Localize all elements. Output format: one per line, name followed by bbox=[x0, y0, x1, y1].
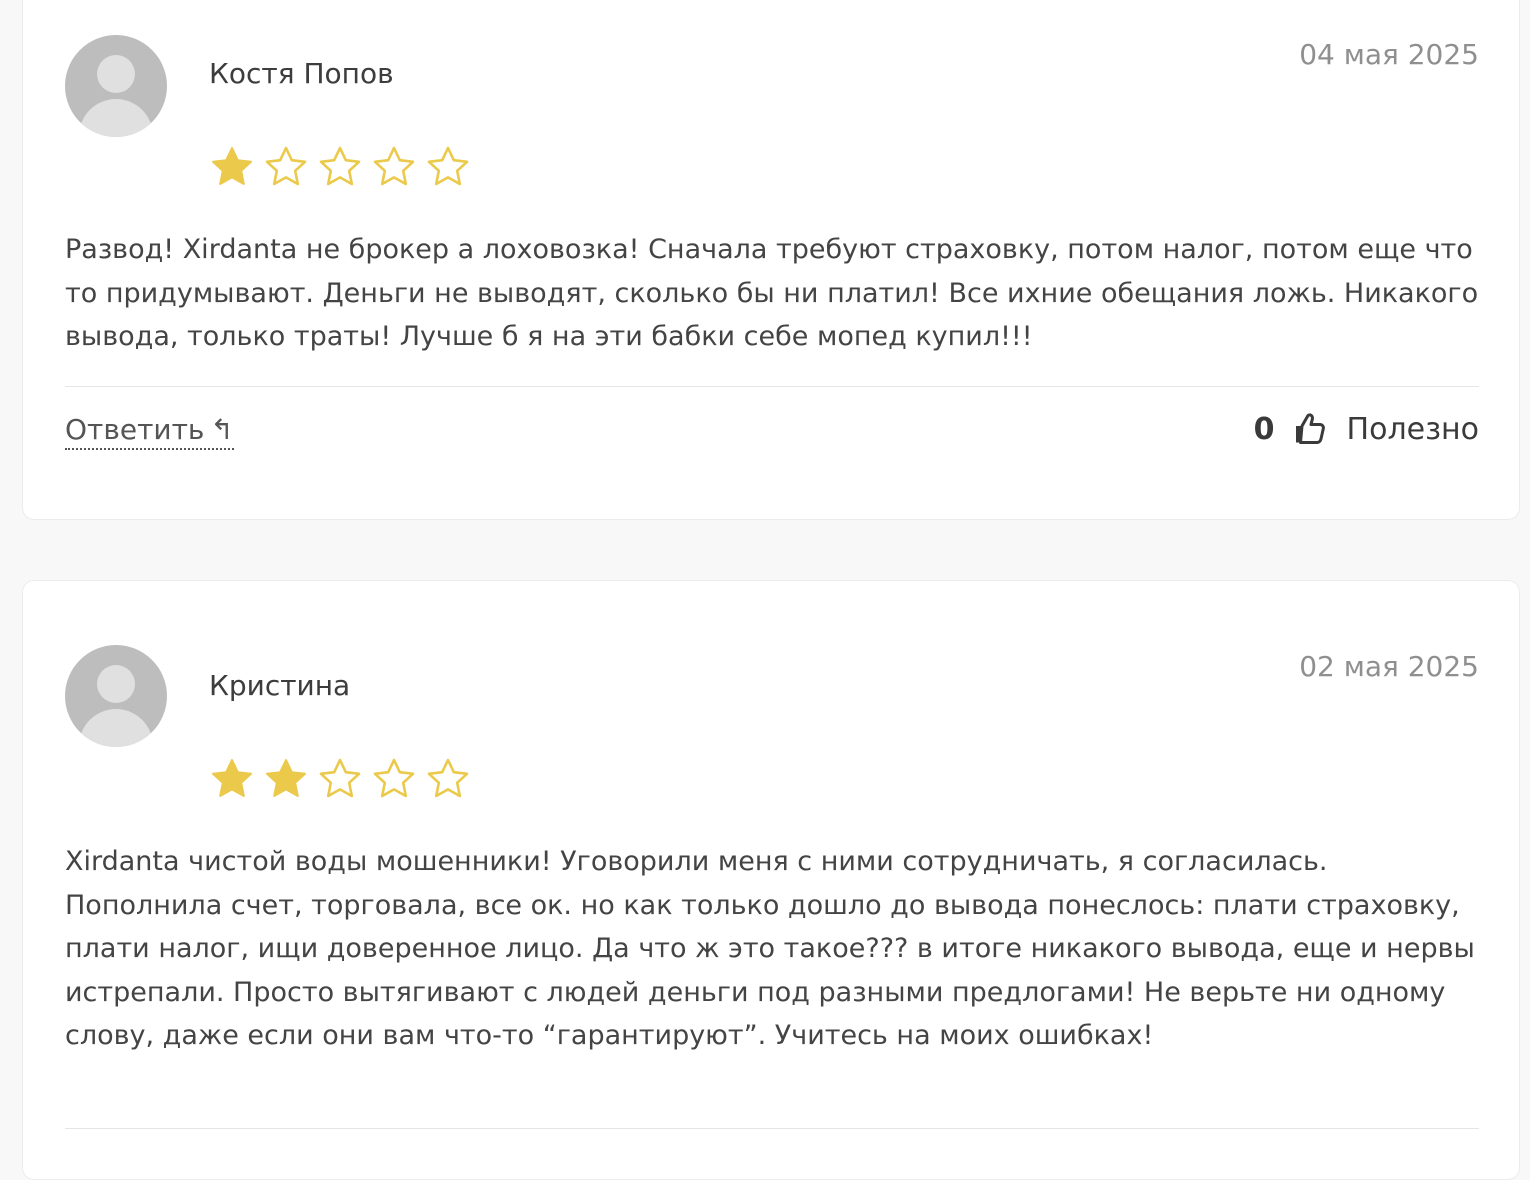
thumbs-up-icon[interactable] bbox=[1293, 411, 1329, 447]
user-avatar-icon bbox=[65, 35, 167, 137]
useful-vote: 0 Полезно bbox=[1254, 411, 1479, 447]
review-text: Xirdanta чистой воды мошенники! Уговорил… bbox=[65, 846, 1475, 1051]
reply-label: Ответить bbox=[65, 413, 205, 446]
reply-arrow-icon: ↰ bbox=[210, 413, 234, 446]
useful-button[interactable]: Полезно bbox=[1347, 412, 1479, 447]
star-empty-icon bbox=[265, 146, 307, 186]
star-empty-icon bbox=[427, 758, 469, 798]
star-filled-icon bbox=[266, 759, 306, 797]
star-empty-icon bbox=[319, 758, 361, 798]
star-filled-icon bbox=[212, 759, 252, 797]
review-author: Костя Попов bbox=[209, 57, 394, 90]
user-avatar-icon bbox=[65, 645, 167, 747]
useful-count: 0 bbox=[1253, 411, 1275, 447]
star-empty-icon bbox=[373, 146, 415, 186]
star-empty-icon bbox=[427, 146, 469, 186]
star-empty-icon bbox=[319, 146, 361, 186]
review-card: Кристина 02 мая 2025 Xirdanta чистой вод… bbox=[22, 580, 1520, 1180]
star-filled-icon bbox=[212, 147, 252, 185]
divider bbox=[65, 1128, 1479, 1129]
reply-button[interactable]: Ответить ↰ bbox=[65, 413, 234, 450]
review-author: Кристина bbox=[209, 669, 351, 702]
review-date: 04 мая 2025 bbox=[1299, 38, 1479, 71]
review-card: Костя Попов 04 мая 2025 Развод! Xirdanta… bbox=[22, 0, 1520, 520]
star-empty-icon bbox=[373, 758, 415, 798]
star-rating bbox=[207, 755, 473, 803]
star-rating bbox=[207, 143, 473, 191]
review-date: 02 мая 2025 bbox=[1299, 650, 1479, 683]
review-text: Развод! Xirdanta не брокер а лоховозка! … bbox=[65, 234, 1479, 352]
divider bbox=[65, 386, 1479, 387]
